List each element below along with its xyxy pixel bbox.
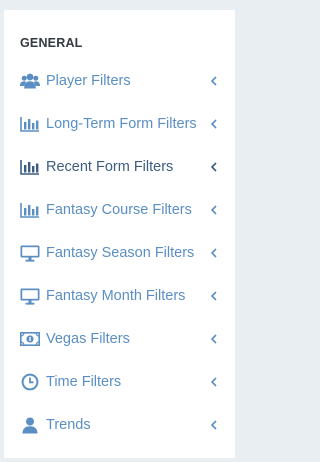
menu-item-trends[interactable]: Trends	[4, 404, 235, 447]
chevron-left-icon	[210, 118, 218, 130]
bar-chart-icon	[20, 158, 40, 176]
desktop-icon	[20, 244, 40, 262]
menu-item-label: Fantasy Season Filters	[46, 245, 195, 261]
menu-item-fantasy-season-filters[interactable]: Fantasy Season Filters	[4, 232, 235, 275]
chevron-left-icon	[210, 75, 218, 87]
desktop-icon	[20, 287, 40, 305]
menu-item-time-filters[interactable]: Time Filters	[4, 361, 235, 404]
money-icon	[20, 330, 40, 348]
chevron-left-icon	[210, 290, 218, 302]
chevron-left-icon	[210, 419, 218, 431]
users-icon	[20, 72, 40, 90]
bar-chart-icon	[20, 115, 40, 133]
clock-icon	[20, 373, 40, 391]
chevron-left-icon	[210, 204, 218, 216]
menu-item-label: Fantasy Course Filters	[46, 202, 192, 218]
menu-item-vegas-filters[interactable]: Vegas Filters	[4, 318, 235, 361]
filter-menu: Player Filters Long-Term Form Filters Re…	[4, 60, 235, 447]
user-icon	[20, 416, 40, 434]
chevron-left-icon	[210, 247, 218, 259]
section-title: GENERAL	[20, 36, 83, 50]
menu-item-recent-form-filters[interactable]: Recent Form Filters	[4, 146, 235, 189]
menu-item-fantasy-course-filters[interactable]: Fantasy Course Filters	[4, 189, 235, 232]
menu-item-label: Long-Term Form Filters	[46, 116, 197, 132]
menu-item-label: Trends	[46, 417, 91, 433]
bar-chart-icon	[20, 201, 40, 219]
chevron-left-icon	[210, 376, 218, 388]
chevron-left-icon	[210, 161, 218, 173]
chevron-left-icon	[210, 333, 218, 345]
menu-item-label: Recent Form Filters	[46, 159, 174, 175]
menu-item-fantasy-month-filters[interactable]: Fantasy Month Filters	[4, 275, 235, 318]
menu-item-label: Fantasy Month Filters	[46, 288, 186, 304]
menu-item-player-filters[interactable]: Player Filters	[4, 60, 235, 103]
menu-item-long-term-form-filters[interactable]: Long-Term Form Filters	[4, 103, 235, 146]
sidebar-panel: GENERAL Player Filters Long-Term Form Fi…	[4, 10, 235, 458]
menu-item-label: Vegas Filters	[46, 331, 130, 347]
menu-item-label: Time Filters	[46, 374, 122, 390]
menu-item-label: Player Filters	[46, 73, 131, 89]
